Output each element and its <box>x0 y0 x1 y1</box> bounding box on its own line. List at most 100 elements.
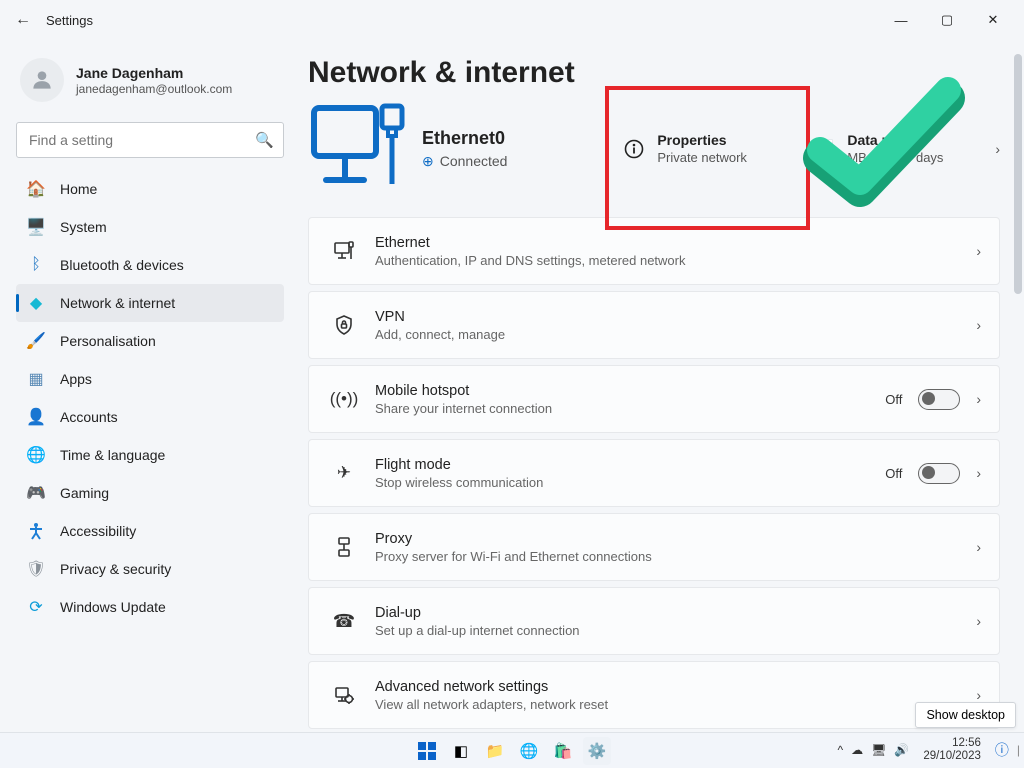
data-usage-title: Data usage <box>847 132 943 148</box>
nav-icon: ᛒ <box>26 256 46 274</box>
edge-icon[interactable]: 🌐 <box>515 737 543 765</box>
nav-icon: ◆ <box>26 293 46 313</box>
titlebar: ← Settings — ▢ ✕ <box>0 0 1024 40</box>
chevron-right-icon: › <box>976 317 981 333</box>
sidebar-item-network-internet[interactable]: ◆ Network & internet <box>16 284 284 322</box>
properties-card[interactable]: Properties Private network <box>615 120 805 177</box>
chevron-right-icon: › <box>976 613 981 629</box>
row-hotspot[interactable]: ((•)) Mobile hotspot Share your internet c… <box>308 365 1000 433</box>
back-button[interactable]: ← <box>8 11 38 29</box>
scrollbar[interactable] <box>1014 42 1022 730</box>
volume-icon[interactable]: 🔊 <box>894 743 909 757</box>
maximize-button[interactable]: ▢ <box>924 4 970 36</box>
ethernet-hero-icon <box>308 102 408 195</box>
ethernet-icon <box>327 240 361 262</box>
search-icon: 🔍 <box>255 131 274 149</box>
sidebar-item-windows-update[interactable]: ⟳ Windows Update <box>16 588 284 626</box>
file-explorer-icon[interactable]: 📁 <box>481 737 509 765</box>
flight-toggle[interactable] <box>918 463 960 484</box>
row-ethernet[interactable]: Ethernet Authentication, IP and DNS setti… <box>308 217 1000 285</box>
show-desktop-edge[interactable]: | <box>1017 743 1020 757</box>
sidebar-item-privacy-security[interactable]: 🛡Privacy & security <box>16 550 284 588</box>
sidebar-item-personalisation[interactable]: 🖌️Personalisation <box>16 322 284 360</box>
settings-rows: Ethernet Authentication, IP and DNS setti… <box>308 217 1000 729</box>
nav-icon <box>26 522 46 540</box>
row-dialup[interactable]: ☎Dial-upSet up a dial-up internet connec… <box>308 587 1000 655</box>
sidebar-item-apps[interactable]: ▦Apps <box>16 360 284 398</box>
start-button[interactable] <box>413 737 441 765</box>
row-proxy[interactable]: Proxy Proxy server for Wi-Fi and Ethernet… <box>308 513 1000 581</box>
row-title: Mobile hotspot <box>375 383 552 399</box>
connection-name: Ethernet0 <box>422 128 507 149</box>
row-vpn[interactable]: VPNAdd, connect, manage› <box>308 291 1000 359</box>
scroll-thumb[interactable] <box>1014 54 1022 294</box>
data-usage-sub: MB, last 30 days <box>847 150 943 165</box>
sidebar-item-label: Accounts <box>60 409 118 425</box>
sidebar-item-label: System <box>60 219 107 235</box>
row-title: Proxy <box>375 531 652 547</box>
sidebar-item-label: Time & language <box>60 447 165 463</box>
tray-chevron-icon[interactable]: ^ <box>837 743 843 757</box>
sidebar-item-home[interactable]: 🏠Home <box>16 170 284 208</box>
dialup-icon: ☎ <box>327 611 361 632</box>
store-icon[interactable]: 🛍️ <box>549 737 577 765</box>
system-tray[interactable]: ^ ☁ 🖥 🔊 12:56 29/10/2023 ⓘ | <box>837 732 1020 768</box>
search-input[interactable] <box>16 122 284 158</box>
profile-block[interactable]: Jane Dagenham janedagenham@outlook.com <box>16 50 284 118</box>
nav-list: 🏠Home🖥️System ᛒ Bluetooth & devices ◆ Networ… <box>16 170 284 626</box>
nav-icon: 🛡 <box>26 559 46 579</box>
sidebar-item-accessibility[interactable]: Accessibility <box>16 512 284 550</box>
clock[interactable]: 12:56 29/10/2023 <box>923 737 981 763</box>
advanced-icon <box>327 684 361 706</box>
network-tray-icon[interactable]: 🖥 <box>871 743 886 757</box>
notification-icon[interactable]: ⓘ <box>995 740 1009 760</box>
vpn-icon <box>327 314 361 336</box>
info-icon <box>623 139 645 159</box>
sidebar-item-label: Apps <box>60 371 92 387</box>
close-button[interactable]: ✕ <box>970 4 1016 36</box>
sidebar-item-label: Network & internet <box>60 295 175 311</box>
proxy-icon <box>327 536 361 558</box>
sidebar-item-accounts[interactable]: 👤Accounts <box>16 398 284 436</box>
sidebar-item-label: Gaming <box>60 485 109 501</box>
sidebar-item-bluetooth-devices[interactable]: ᛒ Bluetooth & devices <box>16 246 284 284</box>
nav-icon: 🌐 <box>26 445 46 465</box>
row-title: Ethernet <box>375 235 685 251</box>
chevron-right-icon[interactable]: › <box>995 141 1000 157</box>
hero-section: Ethernet0 ⊕ Connected Properties Private… <box>308 102 1000 195</box>
sidebar-item-time-language[interactable]: 🌐 Time & language <box>16 436 284 474</box>
nav-icon: ⟳ <box>26 597 46 617</box>
profile-name: Jane Dagenham <box>76 65 232 81</box>
chevron-right-icon: › <box>976 539 981 555</box>
sidebar-item-label: Accessibility <box>60 523 136 539</box>
row-desc: Authentication, IP and DNS settings, met… <box>375 253 685 268</box>
data-usage-card[interactable]: 📊 Data usage MB, last 30 days <box>805 120 995 177</box>
onedrive-icon[interactable]: ☁ <box>851 743 863 757</box>
sidebar-item-system[interactable]: 🖥️System <box>16 208 284 246</box>
row-title: Flight mode <box>375 457 543 473</box>
properties-title: Properties <box>657 132 747 148</box>
chevron-right-icon: › <box>976 243 981 259</box>
sidebar-item-label: Bluetooth & devices <box>60 257 184 273</box>
chevron-right-icon: › <box>976 465 981 481</box>
row-flight[interactable]: ✈Flight modeStop wireless communicationO… <box>308 439 1000 507</box>
window-title: Settings <box>46 13 93 28</box>
chevron-right-icon: › <box>976 687 981 703</box>
settings-taskbar-icon[interactable]: ⚙️ <box>583 737 611 765</box>
page-title: Network & internet <box>308 56 1000 90</box>
sidebar-item-label: Windows Update <box>60 599 166 615</box>
row-title: VPN <box>375 309 505 325</box>
chart-icon: 📊 <box>813 139 835 159</box>
taskview-icon[interactable]: ◧ <box>447 737 475 765</box>
hotspot-icon: ((•)) <box>327 389 361 409</box>
search-box[interactable]: 🔍 <box>16 122 284 158</box>
sidebar-item-label: Personalisation <box>60 333 156 349</box>
row-desc: Proxy server for Wi-Fi and Ethernet conn… <box>375 549 652 564</box>
minimize-button[interactable]: — <box>878 4 924 36</box>
row-desc: Share your internet connection <box>375 401 552 416</box>
main-pane: Network & internet Ethernet0 ⊕ Connected <box>300 40 1024 732</box>
row-title: Advanced network settings <box>375 679 608 695</box>
row-advanced[interactable]: Advanced network settingsView all networ… <box>308 661 1000 729</box>
sidebar-item-gaming[interactable]: 🎮Gaming <box>16 474 284 512</box>
hotspot-toggle[interactable] <box>918 389 960 410</box>
